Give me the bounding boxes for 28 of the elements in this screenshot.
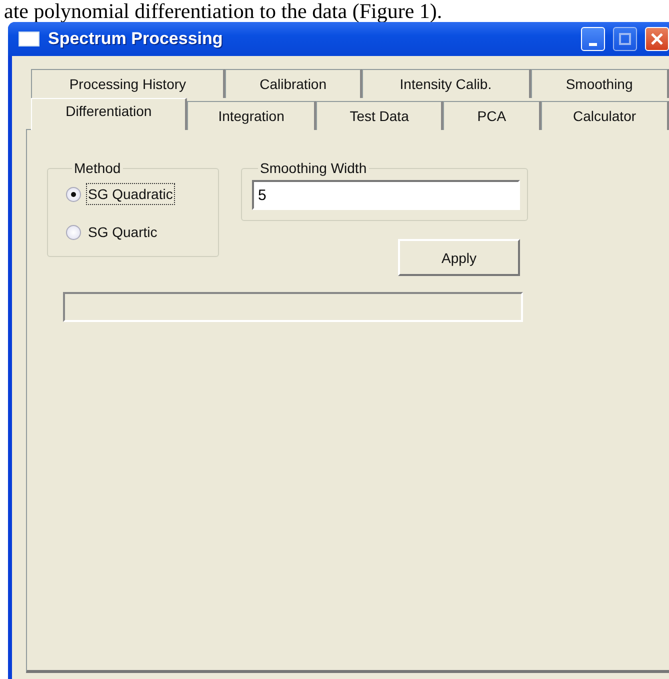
group-label: Smoothing Width: [259, 160, 368, 176]
radio-label: SG Quadratic: [87, 184, 174, 204]
radio-button[interactable]: [66, 186, 81, 202]
radio-button[interactable]: [66, 224, 81, 240]
document-text: ate polynomial differentiation to the data (Figure 1).: [3, 0, 444, 22]
group-label: Method: [73, 160, 122, 176]
minimize-icon: [589, 42, 597, 46]
apply-button[interactable]: Apply: [398, 239, 520, 276]
tab[interactable]: Processing History: [31, 69, 226, 98]
close-button[interactable]: [645, 27, 669, 51]
maximize-button[interactable]: [613, 27, 637, 51]
window-icon: [18, 31, 40, 47]
tab[interactable]: Calibration: [225, 69, 362, 98]
window-title: Spectrum Processing: [48, 29, 224, 49]
tab[interactable]: Integration: [187, 101, 316, 130]
tab[interactable]: Test Data: [316, 101, 444, 130]
tab[interactable]: Smoothing: [530, 69, 669, 98]
radio-label: SG Quartic: [87, 223, 158, 242]
maximize-icon: [619, 33, 631, 45]
radio-option[interactable]: SG Quadratic: [66, 184, 174, 204]
radio-option[interactable]: SG Quartic: [66, 222, 158, 242]
minimize-button[interactable]: [581, 27, 605, 51]
tab[interactable]: Differentiation: [31, 98, 188, 130]
close-icon: [651, 33, 663, 45]
tab[interactable]: Intensity Calib.: [362, 69, 531, 98]
tab[interactable]: PCA: [443, 101, 542, 130]
tab[interactable]: Calculator: [541, 101, 669, 130]
smoothing-width-field[interactable]: 5: [252, 180, 520, 210]
